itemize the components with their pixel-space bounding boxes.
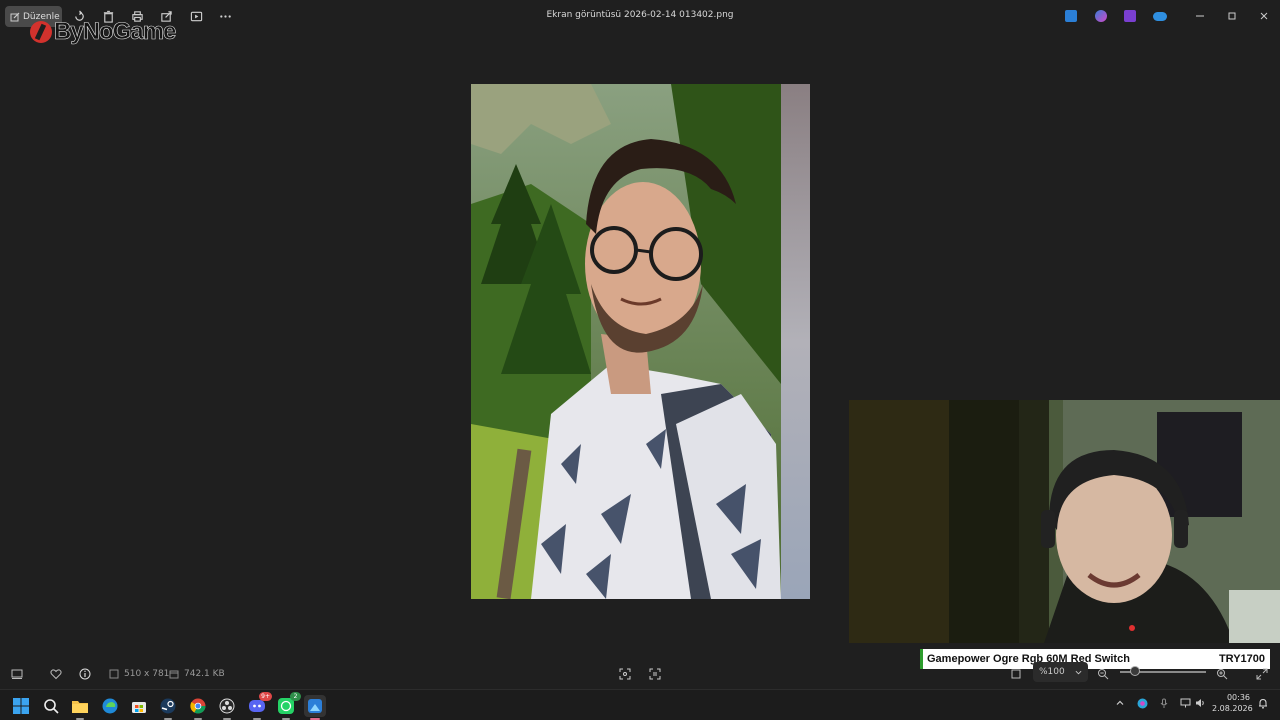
title-bar: Düzenle Ekran görüntüsü 2026-02-14 01340… bbox=[0, 0, 1280, 32]
obs-icon bbox=[219, 698, 235, 714]
zoom-in-button[interactable] bbox=[1216, 667, 1228, 681]
file-info-button[interactable] bbox=[79, 667, 91, 681]
whatsapp-badge: 2 bbox=[290, 692, 301, 701]
clipchamp-icon[interactable] bbox=[1095, 10, 1107, 22]
fullscreen-button[interactable] bbox=[1256, 667, 1268, 681]
windows-start-icon bbox=[13, 698, 29, 714]
file-size: 742.1 KB bbox=[168, 667, 225, 681]
zoom-slider-thumb[interactable] bbox=[1130, 666, 1140, 676]
taskbar-edge[interactable] bbox=[99, 695, 121, 717]
discord-badge: 9+ bbox=[259, 692, 272, 701]
onedrive-icon[interactable] bbox=[1153, 12, 1167, 21]
dimensions-value: 510 x 781 bbox=[124, 669, 170, 679]
watermark-text: ByNoGame bbox=[54, 18, 177, 46]
resolution-icon bbox=[109, 669, 119, 679]
bell-icon bbox=[1259, 698, 1267, 709]
zoom-out-icon bbox=[1098, 669, 1109, 680]
volume-icon bbox=[1196, 699, 1204, 707]
zoom-level-dropdown[interactable]: %100 bbox=[1033, 662, 1088, 682]
displayed-photo bbox=[471, 84, 810, 599]
tray-overflow-button[interactable] bbox=[1115, 698, 1125, 711]
filmstrip-button[interactable] bbox=[11, 667, 23, 681]
zoom-out-button[interactable] bbox=[1097, 667, 1109, 681]
zoom-level-value: %100 bbox=[1039, 667, 1065, 677]
taskbar-whatsapp[interactable]: 2 bbox=[275, 692, 301, 720]
minimize-button[interactable] bbox=[1192, 8, 1208, 24]
tray-notifications[interactable] bbox=[1258, 698, 1268, 712]
store-icon bbox=[132, 702, 146, 713]
tray-volume[interactable] bbox=[1195, 698, 1206, 711]
start-button[interactable] bbox=[10, 695, 32, 717]
taskbar-steam[interactable] bbox=[157, 695, 179, 720]
more-icon[interactable] bbox=[218, 9, 232, 23]
taskbar-store[interactable] bbox=[128, 695, 150, 717]
photos-app-window: Düzenle Ekran görüntüsü 2026-02-14 01340… bbox=[0, 0, 1280, 720]
webcam-overlay bbox=[849, 400, 1280, 643]
scan-icon bbox=[649, 668, 661, 680]
taskbar-file-explorer[interactable] bbox=[69, 695, 91, 720]
chevron-down-icon bbox=[1075, 670, 1082, 674]
stream-watermark: ByNoGame bbox=[30, 18, 177, 46]
search-icon bbox=[44, 699, 59, 714]
file-size-value: 742.1 KB bbox=[184, 669, 225, 679]
designer-icon[interactable] bbox=[1124, 10, 1136, 22]
actual-size-button[interactable] bbox=[619, 667, 631, 681]
steam-icon bbox=[160, 698, 176, 714]
taskbar-chrome[interactable] bbox=[187, 695, 209, 720]
edge-icon bbox=[102, 698, 118, 714]
zoom-in-icon bbox=[1217, 669, 1228, 680]
tray-network[interactable] bbox=[1180, 698, 1191, 711]
clock-time: 00:36 bbox=[1226, 693, 1250, 702]
taskbar-clock[interactable]: 00:36 2.08.2026 bbox=[1212, 692, 1253, 714]
taskbar-search-button[interactable] bbox=[40, 695, 62, 717]
chrome-icon bbox=[190, 698, 206, 714]
photos-icon bbox=[308, 699, 322, 713]
fit-icon bbox=[619, 668, 631, 680]
close-button[interactable] bbox=[1256, 8, 1272, 24]
heart-icon bbox=[50, 669, 62, 680]
fit-window-button[interactable] bbox=[1010, 667, 1022, 681]
favorite-button[interactable] bbox=[50, 667, 62, 681]
taskbar-discord[interactable]: 9+ bbox=[246, 692, 272, 720]
file-size-icon bbox=[169, 670, 179, 679]
clock-date: 2.08.2026 bbox=[1212, 704, 1253, 713]
discord-icon bbox=[249, 700, 265, 712]
slideshow-icon[interactable] bbox=[189, 9, 203, 23]
taskbar-photos[interactable] bbox=[304, 695, 326, 720]
close-icon bbox=[1260, 12, 1268, 20]
copilot-icon bbox=[1137, 698, 1148, 709]
minimize-icon bbox=[1196, 15, 1204, 17]
network-icon bbox=[1180, 698, 1191, 708]
fit-window-icon bbox=[1011, 669, 1021, 679]
bynogame-logo-icon bbox=[30, 21, 52, 43]
scan-text-button[interactable] bbox=[649, 667, 661, 681]
filmstrip-icon bbox=[11, 669, 23, 679]
maximize-icon bbox=[1228, 12, 1236, 20]
tray-microphone[interactable] bbox=[1159, 698, 1169, 712]
taskbar-obs[interactable] bbox=[216, 695, 238, 720]
microphone-icon bbox=[1160, 698, 1168, 708]
photos-app-icon[interactable] bbox=[1065, 10, 1077, 22]
info-icon bbox=[79, 668, 91, 680]
image-info-bar: 510 x 781 742.1 KB bbox=[0, 658, 1280, 688]
image-dimensions: 510 x 781 bbox=[108, 667, 169, 681]
edit-icon bbox=[10, 12, 20, 21]
chevron-up-icon bbox=[1116, 700, 1124, 705]
expand-icon bbox=[1256, 668, 1268, 680]
windows-taskbar: 9+ 2 bbox=[0, 689, 1280, 720]
maximize-button[interactable] bbox=[1224, 8, 1240, 24]
tray-copilot[interactable] bbox=[1137, 698, 1148, 712]
folder-icon bbox=[72, 701, 88, 713]
